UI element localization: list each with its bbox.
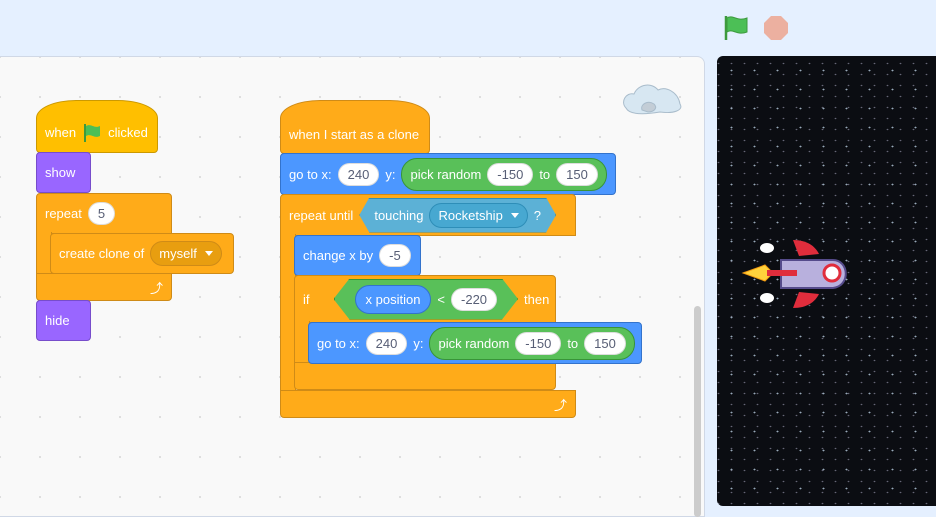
pick-random-block[interactable]: pick random -150 to 150: [401, 157, 607, 191]
random-to-input[interactable]: 150: [556, 162, 598, 186]
touching-target-dropdown[interactable]: Rocketship: [429, 203, 527, 228]
clone-target-dropdown[interactable]: myself: [150, 241, 222, 266]
stop-icon: [764, 16, 788, 40]
repeat-bottom: ⤴: [36, 273, 172, 301]
x-input[interactable]: 240: [337, 162, 380, 186]
random-from-input[interactable]: -150: [487, 162, 534, 186]
random-to-input[interactable]: 150: [584, 331, 626, 355]
rocketship-sprite[interactable]: [737, 236, 853, 321]
stop-button[interactable]: [763, 15, 789, 46]
repeat-count-input[interactable]: 5: [87, 202, 116, 225]
change-x-block[interactable]: change x by -5: [294, 235, 421, 276]
pick-random-block[interactable]: pick random -150 to 150: [429, 326, 635, 360]
random-from-input[interactable]: -150: [515, 331, 562, 355]
touching-block[interactable]: touching Rocketship ?: [359, 198, 556, 233]
repeat-block[interactable]: repeat 5: [36, 193, 172, 234]
vertical-scrollbar[interactable]: [694, 306, 701, 517]
if-bottom: [294, 362, 556, 390]
repeat-until-block[interactable]: repeat until touching Rocketship ?: [280, 194, 576, 236]
when-flag-clicked-block[interactable]: when clicked: [36, 100, 158, 153]
loop-arrow-icon: ⤴: [149, 280, 163, 296]
hide-block[interactable]: hide: [36, 300, 91, 341]
change-x-input[interactable]: -5: [379, 244, 411, 267]
go-to-xy-block[interactable]: go to x: 240 y: pick random -150 to 150: [308, 322, 642, 364]
create-clone-block[interactable]: create clone of myself: [50, 233, 234, 274]
loop-arrow-icon: ⤴: [553, 397, 567, 413]
green-flag-icon: [84, 123, 101, 142]
go-to-xy-block[interactable]: go to x: 240 y: pick random -150 to 150: [280, 153, 616, 195]
x-position-reporter[interactable]: x position: [355, 285, 432, 314]
green-flag-button[interactable]: [723, 14, 749, 47]
green-flag-icon: [724, 16, 748, 40]
less-than-block[interactable]: x position < -220: [334, 279, 519, 320]
if-block[interactable]: if x position < -220 then: [294, 275, 556, 323]
show-block[interactable]: show: [36, 152, 91, 193]
cleanup-sprite-icon: [620, 80, 682, 121]
x-input[interactable]: 240: [365, 331, 408, 355]
compare-value-input[interactable]: -220: [451, 288, 497, 311]
when-i-start-as-clone-block[interactable]: when I start as a clone: [280, 100, 430, 154]
repeat-until-bottom: ⤴: [280, 390, 576, 418]
